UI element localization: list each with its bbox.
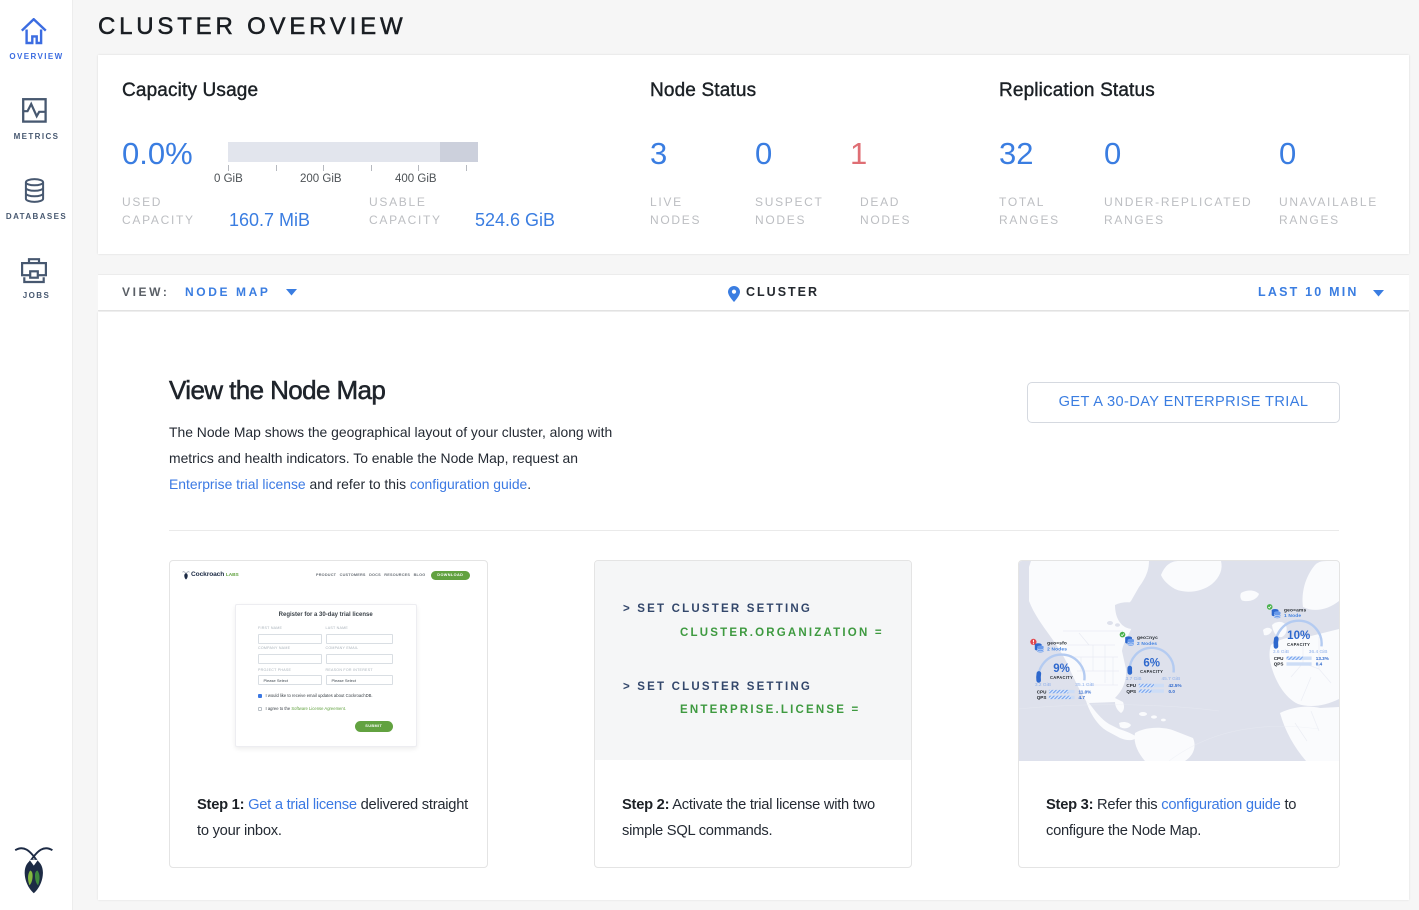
svg-text:0.4: 0.4 bbox=[1316, 662, 1323, 667]
svg-text:45.7 GiB: 45.7 GiB bbox=[1162, 676, 1181, 682]
svg-text:QPS: QPS bbox=[1126, 689, 1136, 694]
svg-text:CPU: CPU bbox=[1274, 656, 1284, 661]
svg-text:3.6 GiB: 3.6 GiB bbox=[1273, 649, 1289, 655]
svg-text:QPS: QPS bbox=[1274, 662, 1284, 667]
svg-text:6%: 6% bbox=[1143, 657, 1160, 669]
svg-text:CAPACITY: CAPACITY bbox=[1287, 642, 1310, 647]
svg-text:geo=sfo: geo=sfo bbox=[1047, 640, 1067, 646]
svg-text:CAPACITY: CAPACITY bbox=[1050, 675, 1073, 680]
svg-text:CPU: CPU bbox=[1037, 689, 1047, 694]
svg-text:42.5%: 42.5% bbox=[1169, 683, 1182, 688]
svg-text:2 Nodes: 2 Nodes bbox=[1047, 647, 1067, 653]
svg-text:0.0: 0.0 bbox=[1169, 689, 1176, 694]
svg-text:9%: 9% bbox=[1053, 663, 1070, 675]
svg-text:CPU: CPU bbox=[1126, 683, 1136, 688]
svg-text:4.7: 4.7 bbox=[1079, 695, 1086, 700]
svg-text:11.0%: 11.0% bbox=[1079, 689, 1092, 694]
svg-text:10%: 10% bbox=[1287, 630, 1310, 642]
svg-text:1 Node: 1 Node bbox=[1284, 613, 1301, 619]
svg-text:13.3%: 13.3% bbox=[1316, 656, 1329, 661]
svg-text:3.2 GiB: 3.2 GiB bbox=[1035, 682, 1051, 688]
svg-text:geo=nyc: geo=nyc bbox=[1137, 636, 1158, 641]
svg-text:35.1 GiB: 35.1 GiB bbox=[1075, 682, 1094, 688]
svg-text:QPS: QPS bbox=[1037, 695, 1047, 700]
svg-text:2 Nodes: 2 Nodes bbox=[1137, 641, 1157, 647]
svg-text:36.4 GiB: 36.4 GiB bbox=[1309, 649, 1328, 655]
svg-text:CAPACITY: CAPACITY bbox=[1140, 669, 1163, 674]
svg-text:geo=ams: geo=ams bbox=[1284, 608, 1306, 613]
svg-text:3.7 GiB: 3.7 GiB bbox=[1126, 676, 1142, 682]
